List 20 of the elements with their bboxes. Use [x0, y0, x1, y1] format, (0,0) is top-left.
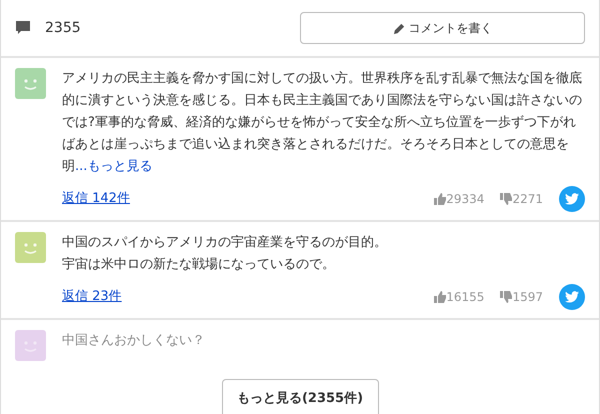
load-more-button[interactable]: もっと見る(2355件)	[222, 379, 378, 414]
thumbs-down-icon	[500, 291, 512, 303]
share-button[interactable]	[559, 186, 585, 212]
thumbs-down-icon	[500, 193, 512, 205]
replies-link[interactable]: 返信 23件	[62, 287, 122, 307]
thumbs-up-icon	[434, 193, 446, 205]
thumbs-up-icon	[434, 291, 446, 303]
pencil-icon	[392, 22, 406, 34]
comment-count: 2355	[45, 18, 81, 38]
replies-link[interactable]: 返信 142件	[62, 189, 130, 209]
bird-icon	[565, 291, 579, 303]
comment-icon	[15, 20, 31, 36]
share-button[interactable]	[559, 284, 585, 310]
comment-text: アメリカの民主主義を脅かす国に対しての扱い方。世界秩序を乱す乱暴で無法な国を徹底的に潰すという決意を感じる。日本も民主主義国であり国際法を守らない国は許さないのでは?軍事的な脅威、経済的な嫌がらせを怖がって安全な所へ立ち位置を一歩ずつ下がればあとは崖っぷちまで追い込まれ突き落とされるだけだ。そろそろ日本としての意思を明...もっと見る	[62, 70, 583, 176]
comment-text: 中国のスパイからアメリカの宇宙産業を守るのが目的。	[62, 234, 388, 252]
comment-text: 宇宙は米中ロの新たな戦場になっているので。	[62, 256, 336, 274]
bird-icon	[565, 193, 579, 205]
read-more-link[interactable]: ...もっと見る	[75, 159, 152, 174]
write-comment-button[interactable]: コメントを書く	[300, 12, 585, 44]
comment-text: 中国さんおかしくない？	[62, 332, 206, 350]
